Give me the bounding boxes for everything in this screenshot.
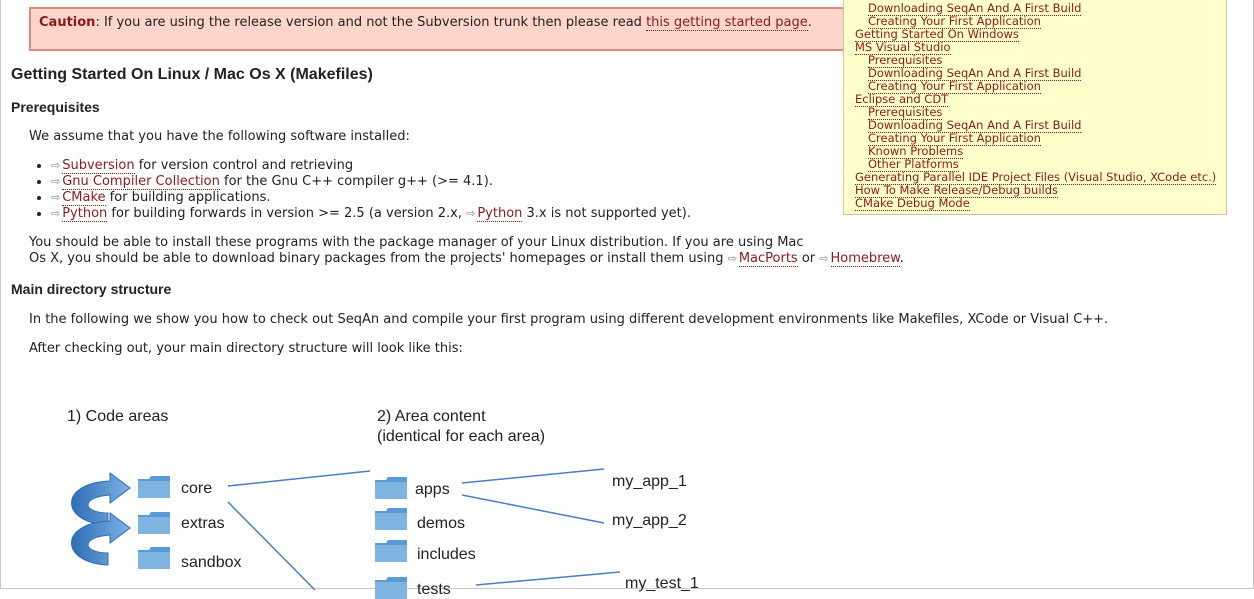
- area-sandbox: sandbox: [181, 554, 242, 571]
- table-of-contents: Downloading SeqAn And A First Build Creat…: [843, 0, 1227, 215]
- connector-tests-test1: [475, 571, 621, 586]
- app-my-app-2: my_app_2: [612, 512, 687, 529]
- python-link[interactable]: Python: [62, 206, 108, 222]
- external-link-icon: ⇨: [466, 207, 476, 220]
- test-my-test-1: my_test_1: [625, 575, 699, 592]
- connector-core-down: [227, 501, 316, 590]
- toc-link[interactable]: CMake Debug Mode: [855, 196, 970, 211]
- connector-apps-app1: [461, 468, 605, 484]
- area-content-subtitle: (identical for each area): [377, 428, 546, 445]
- list-item: ⇨Gnu Compiler Collection for the Gnu C++…: [51, 174, 691, 190]
- external-link-icon: ⇨: [819, 252, 829, 265]
- toc-item: CMake Debug Mode: [855, 196, 1226, 211]
- subversion-link[interactable]: Subversion: [62, 158, 135, 174]
- folder-icon: [138, 547, 170, 569]
- external-link-icon: ⇨: [51, 191, 61, 204]
- app-my-app-1: my_app_1: [612, 473, 687, 490]
- content-demos: demos: [417, 515, 466, 532]
- area-core: core: [181, 480, 213, 497]
- external-link-icon: ⇨: [51, 175, 61, 188]
- caution-box: Caution: If you are using the release ve…: [29, 7, 847, 51]
- gcc-link[interactable]: Gnu Compiler Collection: [62, 174, 220, 190]
- caution-text: : If you are using the release version a…: [95, 15, 647, 30]
- area-extras: extras: [181, 515, 225, 532]
- main-directory-note: After checking out, your main directory …: [29, 341, 463, 356]
- directory-diagram: 1) Code areas 2) Area content (identical…: [0, 395, 760, 599]
- list-item: ⇨Subversion for version control and retr…: [51, 158, 691, 174]
- getting-started-link[interactable]: this getting started page: [646, 15, 808, 31]
- folder-icon: [138, 512, 170, 534]
- prerequisites-heading: Prerequisites: [11, 99, 100, 115]
- folder-icon: [375, 540, 407, 562]
- page-title: Getting Started On Linux / Mac Os X (Mak…: [11, 66, 373, 83]
- content-includes: includes: [417, 546, 476, 563]
- software-list: ⇨Subversion for version control and retr…: [29, 158, 691, 222]
- connector-apps-app2: [461, 494, 605, 524]
- code-areas-title: 1) Code areas: [67, 408, 169, 425]
- caution-label: Caution: [39, 15, 96, 30]
- install-paragraph: You should be able to install these prog…: [29, 235, 904, 267]
- area-content-title: 2) Area content: [377, 408, 486, 425]
- connector-core-apps: [227, 470, 371, 487]
- folder-icon: [375, 477, 407, 499]
- python-link-2[interactable]: Python: [477, 206, 523, 222]
- content-tests: tests: [417, 581, 451, 598]
- main-directory-heading: Main directory structure: [11, 281, 172, 297]
- external-link-icon: ⇨: [51, 207, 61, 220]
- folder-icon: [375, 508, 407, 530]
- macports-link[interactable]: MacPorts: [738, 251, 798, 267]
- external-link-icon: ⇨: [51, 159, 61, 172]
- content-apps: apps: [415, 481, 450, 498]
- list-item: ⇨CMake for building applications.: [51, 190, 691, 206]
- main-directory-intro: In the following we show you how to chec…: [29, 312, 1109, 327]
- folder-icon: [138, 476, 170, 498]
- homebrew-link[interactable]: Homebrew: [830, 251, 900, 267]
- cmake-link[interactable]: CMake: [62, 190, 106, 206]
- folder-icon: [375, 577, 407, 599]
- list-item: ⇨Python for building forwards in version…: [51, 206, 691, 222]
- cycle-arrow-upper: [71, 472, 131, 526]
- prerequisites-intro: We assume that you have the following so…: [29, 129, 410, 144]
- external-link-icon: ⇨: [727, 252, 737, 265]
